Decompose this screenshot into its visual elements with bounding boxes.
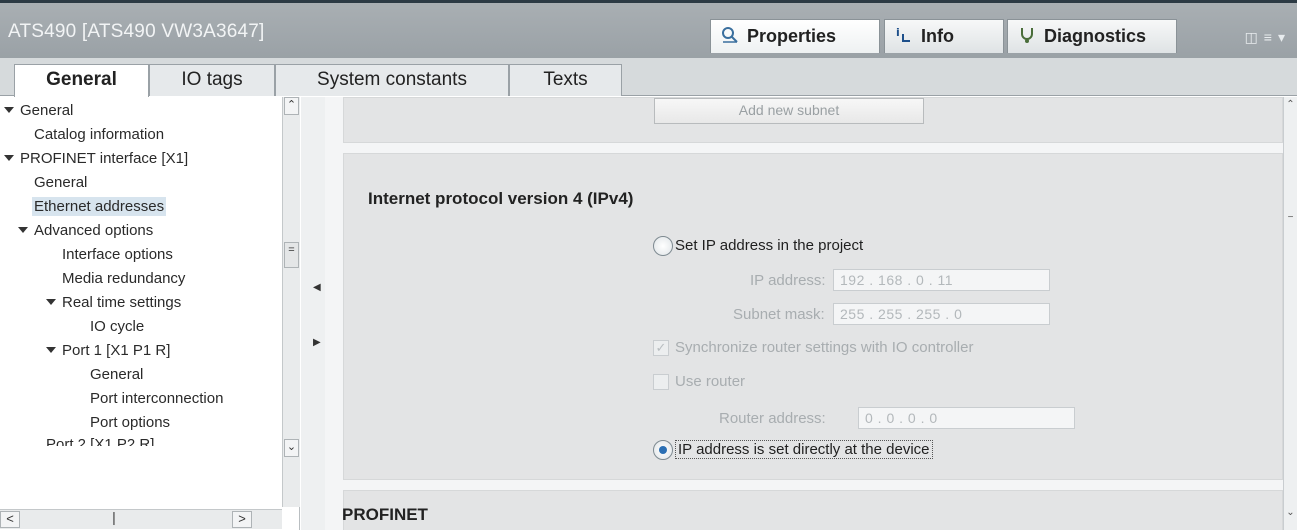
collapse-left-icon[interactable]: ◀ xyxy=(313,282,321,300)
inspector-title-bar: ATS490 [ATS490 VW3A3647] Properties i Inf… xyxy=(0,0,1297,58)
svg-text:i: i xyxy=(896,26,900,39)
tab-diagnostics-label: Diagnostics xyxy=(1044,26,1147,46)
expand-right-icon[interactable]: ▶ xyxy=(313,337,321,355)
expand-arrow-icon[interactable] xyxy=(46,299,56,305)
nav-item-advanced-options[interactable]: Advanced options xyxy=(18,222,153,239)
nav-item-interface-general[interactable]: General xyxy=(34,174,87,191)
nav-item-catalog-information[interactable]: Catalog information xyxy=(34,126,164,143)
nav-item-port-1[interactable]: Port 1 [X1 P1 R] xyxy=(46,342,170,359)
tab-info-label: Info xyxy=(921,26,954,46)
nav-item-ethernet-addresses[interactable]: Ethernet addresses xyxy=(32,197,167,216)
nav-item-io-cycle[interactable]: IO cycle xyxy=(90,318,144,335)
window-title: ATS490 [ATS490 VW3A3647] xyxy=(8,21,265,42)
tab-system-constants[interactable]: System constants xyxy=(275,64,509,96)
sync-router-checkbox[interactable]: ✓ xyxy=(653,340,669,356)
add-new-subnet-button[interactable]: Add new subnet xyxy=(654,98,924,124)
scroll-down-icon[interactable]: ⌄ xyxy=(284,439,299,457)
scroll-up-icon[interactable]: ⌃ xyxy=(284,97,299,115)
scroll-thumb[interactable]: − xyxy=(1284,212,1297,232)
diagnostics-icon xyxy=(1021,28,1033,43)
nav-item-profinet-interface[interactable]: PROFINET interface [X1] xyxy=(4,150,188,167)
scroll-down-icon[interactable]: ⌄ xyxy=(1284,507,1297,527)
subnet-mask-field[interactable]: 255 . 255 . 255 . 0 xyxy=(833,303,1050,325)
scroll-up-icon[interactable]: ⌃ xyxy=(1284,99,1297,119)
expand-arrow-icon[interactable] xyxy=(4,155,14,161)
nav-horizontal-scrollbar[interactable]: < ❘ > xyxy=(0,509,282,529)
nav-vertical-scrollbar[interactable]: ⌃ = ⌄ xyxy=(282,97,300,507)
tab-texts[interactable]: Texts xyxy=(509,64,622,96)
use-router-label: Use router xyxy=(675,373,746,390)
tab-properties-label: Properties xyxy=(747,26,837,46)
tab-properties[interactable]: Properties xyxy=(710,19,880,53)
nav-item-port-general[interactable]: General xyxy=(90,366,143,383)
nav-item-general[interactable]: General xyxy=(4,102,73,119)
tab-general[interactable]: General xyxy=(14,64,149,97)
ip-set-at-device-label: IP address is set directly at the device xyxy=(675,440,933,459)
ipv4-section: Internet protocol version 4 (IPv4) Set I… xyxy=(343,153,1283,480)
restore-icon[interactable]: ◫ xyxy=(1245,29,1264,45)
expand-arrow-icon[interactable] xyxy=(18,227,28,233)
navigation-pane: General Catalog information PROFINET int… xyxy=(0,97,300,530)
properties-icon xyxy=(722,27,738,43)
tab-info[interactable]: i Info xyxy=(884,19,1004,53)
content-vertical-scrollbar[interactable]: ⌃ − ⌄ xyxy=(1283,97,1297,530)
checkmark-icon: ✓ xyxy=(655,340,667,355)
scroll-thumb-grip[interactable]: ❘ xyxy=(100,511,128,528)
menu-icon[interactable]: ≡ xyxy=(1264,29,1278,45)
nav-item-real-time-settings[interactable]: Real time settings xyxy=(46,294,181,311)
nav-item-port-options[interactable]: Port options xyxy=(90,414,170,431)
nav-item-media-redundancy[interactable]: Media redundancy xyxy=(62,270,185,287)
nav-item-interface-options[interactable]: Interface options xyxy=(62,246,173,263)
ip-set-at-device-radio[interactable] xyxy=(653,440,673,460)
properties-content: Add new subnet Internet protocol version… xyxy=(325,97,1283,530)
expand-arrow-icon[interactable] xyxy=(46,347,56,353)
use-router-checkbox[interactable] xyxy=(653,374,669,390)
sync-router-label: Synchronize router settings with IO cont… xyxy=(675,339,974,356)
set-ip-in-project-radio[interactable] xyxy=(653,236,673,256)
nav-item-port-2[interactable]: Port 2 [X1 P2 R] xyxy=(46,436,154,446)
nav-item-port-interconnection[interactable]: Port interconnection xyxy=(90,390,223,407)
tab-io-tags[interactable]: IO tags xyxy=(149,64,275,96)
scroll-left-icon[interactable]: < xyxy=(0,511,20,528)
tab-diagnostics[interactable]: Diagnostics xyxy=(1007,19,1177,53)
router-address-field[interactable]: 0 . 0 . 0 . 0 xyxy=(858,407,1075,429)
properties-tab-strip: General IO tags System constants Texts xyxy=(0,58,1297,97)
info-icon: i xyxy=(896,26,910,42)
subnet-section: Add new subnet xyxy=(343,97,1283,143)
expand-arrow-icon[interactable] xyxy=(4,107,14,113)
window-controls[interactable]: ◫≡▾ xyxy=(1245,29,1291,46)
profinet-section-title: PROFINET xyxy=(342,505,428,524)
chevron-down-icon[interactable]: ▾ xyxy=(1278,29,1291,45)
set-ip-in-project-label: Set IP address in the project xyxy=(675,237,864,254)
profinet-section: PROFINET xyxy=(342,490,1283,530)
ipv4-section-title: Internet protocol version 4 (IPv4) xyxy=(368,189,634,208)
pane-splitter[interactable]: ◀ ▶ xyxy=(301,97,325,530)
ip-address-field[interactable]: 192 . 168 . 0 . 11 xyxy=(833,269,1050,291)
ip-address-label: IP address: xyxy=(750,272,826,289)
router-address-label: Router address: xyxy=(719,410,826,427)
navigation-tree: General Catalog information PROFINET int… xyxy=(0,97,278,507)
subnet-mask-label: Subnet mask: xyxy=(733,306,825,323)
scroll-thumb[interactable]: = xyxy=(284,242,299,268)
scroll-right-icon[interactable]: > xyxy=(232,511,252,528)
